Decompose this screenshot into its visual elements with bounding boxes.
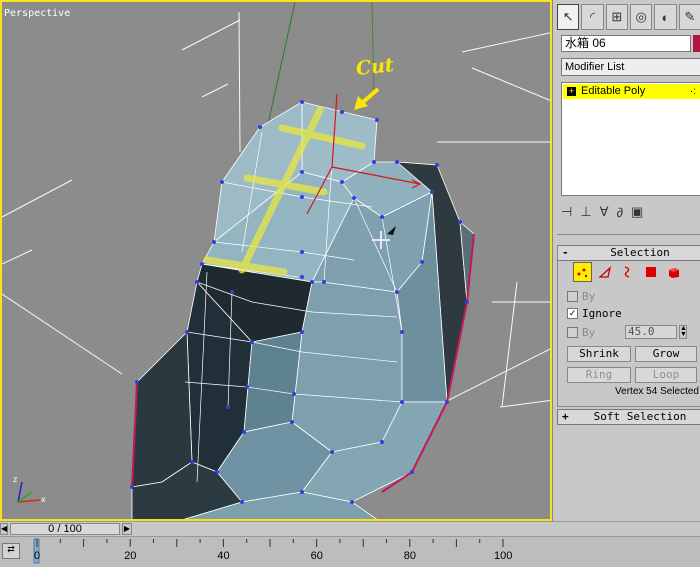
modifier-stack[interactable]: + Editable Poly ·:	[561, 82, 700, 196]
svg-text:x: x	[41, 495, 46, 504]
hierarchy-tab[interactable]: ⊞	[605, 4, 628, 30]
vertex-level-icon: ·:	[689, 86, 696, 97]
modify-tab[interactable]: ◜	[581, 4, 604, 30]
pin-stack-icon[interactable]: ⊣	[561, 204, 572, 220]
modify-icon: ◜	[589, 9, 596, 24]
by-angle-label: By	[582, 325, 596, 339]
axis-tripod-icon: z x	[13, 475, 46, 504]
divider	[557, 234, 700, 235]
ruler-tick-label: 60	[310, 550, 323, 562]
stack-item-editable-poly[interactable]: + Editable Poly ·:	[563, 84, 700, 99]
stack-toolbar: ⊣ ⊥ ∀ ∂ ▣	[561, 202, 700, 222]
mesh	[131, 101, 475, 519]
by-vertex-label: By	[582, 289, 596, 303]
remove-modifier-icon[interactable]: ∂	[617, 205, 623, 220]
svg-text:z: z	[13, 475, 17, 484]
utilities-tab[interactable]: ✎	[678, 4, 700, 30]
command-panel: ↖ ◜ ⊞ ◎ ◐ ✎ 水箱 06 Modifier List + Editab…	[552, 0, 700, 521]
ruler-tick-label: 0	[34, 550, 41, 562]
polygon-icon	[645, 267, 656, 277]
vertex-level-button[interactable]	[573, 262, 592, 282]
motion-icon: ◎	[635, 9, 647, 24]
show-end-result-icon[interactable]: ⊥	[580, 204, 591, 220]
by-angle-row: By	[567, 325, 595, 339]
ignore-backfacing-label: Ignore	[582, 306, 622, 320]
angle-spinner[interactable]: ▲ ▼	[679, 325, 687, 339]
display-icon: ◐	[661, 9, 670, 25]
previous-frame-button[interactable]: ◀	[0, 523, 8, 535]
ring-button[interactable]: Ring	[567, 367, 631, 383]
cut-annotation: Cut	[354, 54, 395, 80]
viewport-scene: z x	[2, 2, 550, 519]
max-window: z x Perspective Cut ↖ ◜ ⊞ ◎ ◐ ✎ 水箱 06 Mo…	[0, 0, 700, 567]
annotation-arrow	[354, 87, 380, 110]
by-angle-checkbox[interactable]	[567, 326, 578, 338]
modifier-list-dropdown[interactable]: Modifier List	[561, 58, 700, 76]
create-icon: ↖	[562, 9, 574, 24]
expand-icon[interactable]: +	[567, 87, 576, 96]
edge-icon	[598, 266, 612, 278]
subobject-level-buttons	[573, 262, 683, 282]
angle-field[interactable]: 45.0	[625, 325, 677, 339]
make-unique-icon[interactable]: ∀	[600, 204, 609, 220]
by-vertex-row: By	[567, 289, 595, 303]
create-tab[interactable]: ↖	[557, 4, 580, 30]
utilities-icon: ✎	[684, 9, 696, 24]
ruler-tick-label: 20	[124, 550, 137, 562]
viewport-label[interactable]: Perspective	[4, 8, 70, 19]
object-name-field[interactable]: 水箱 06	[561, 35, 691, 52]
perspective-viewport[interactable]: z x Perspective Cut	[0, 0, 552, 521]
shrink-button[interactable]: Shrink	[567, 346, 631, 362]
expand-sign: +	[562, 410, 569, 423]
element-level-button[interactable]	[664, 262, 683, 282]
vertex-icon	[577, 268, 588, 278]
time-slider[interactable]: 0 / 100	[10, 523, 120, 535]
selection-status: Vertex 54 Selected	[615, 386, 699, 397]
ignore-backfacing-checkbox[interactable]: ✓	[567, 307, 578, 319]
soft-selection-title: Soft Selection	[593, 410, 687, 423]
border-icon	[624, 266, 630, 278]
next-frame-button[interactable]: ▶	[122, 523, 132, 535]
loop-button[interactable]: Loop	[635, 367, 697, 383]
hierarchy-icon: ⊞	[611, 9, 623, 24]
time-slider-bar: ◀ 0 / 100 ▶	[0, 521, 700, 536]
stack-item-label: Editable Poly	[581, 85, 646, 97]
command-panel-tabs: ↖ ◜ ⊞ ◎ ◐ ✎	[557, 4, 700, 30]
grow-button[interactable]: Grow	[635, 346, 697, 362]
ruler-tick-label: 100	[494, 550, 513, 562]
display-tab[interactable]: ◐	[654, 4, 677, 30]
by-vertex-checkbox[interactable]	[567, 290, 578, 302]
ignore-backfacing-row: ✓ Ignore	[567, 306, 622, 320]
track-bar[interactable]: ⇄ 0 20 40 60 80 100	[0, 536, 700, 567]
soft-selection-rollout-header[interactable]: + Soft Selection	[557, 409, 700, 425]
polygon-level-button[interactable]	[641, 262, 660, 282]
motion-tab[interactable]: ◎	[629, 4, 653, 30]
edge-level-button[interactable]	[596, 262, 615, 282]
configure-sets-icon[interactable]: ▣	[631, 204, 643, 220]
curve-editor-icon[interactable]: ⇄	[2, 543, 20, 559]
object-color-swatch[interactable]	[693, 35, 700, 52]
ruler-tick-label: 80	[403, 550, 417, 562]
element-icon	[668, 268, 679, 278]
border-level-button[interactable]	[619, 262, 638, 282]
ruler-tick-label: 40	[217, 550, 230, 562]
